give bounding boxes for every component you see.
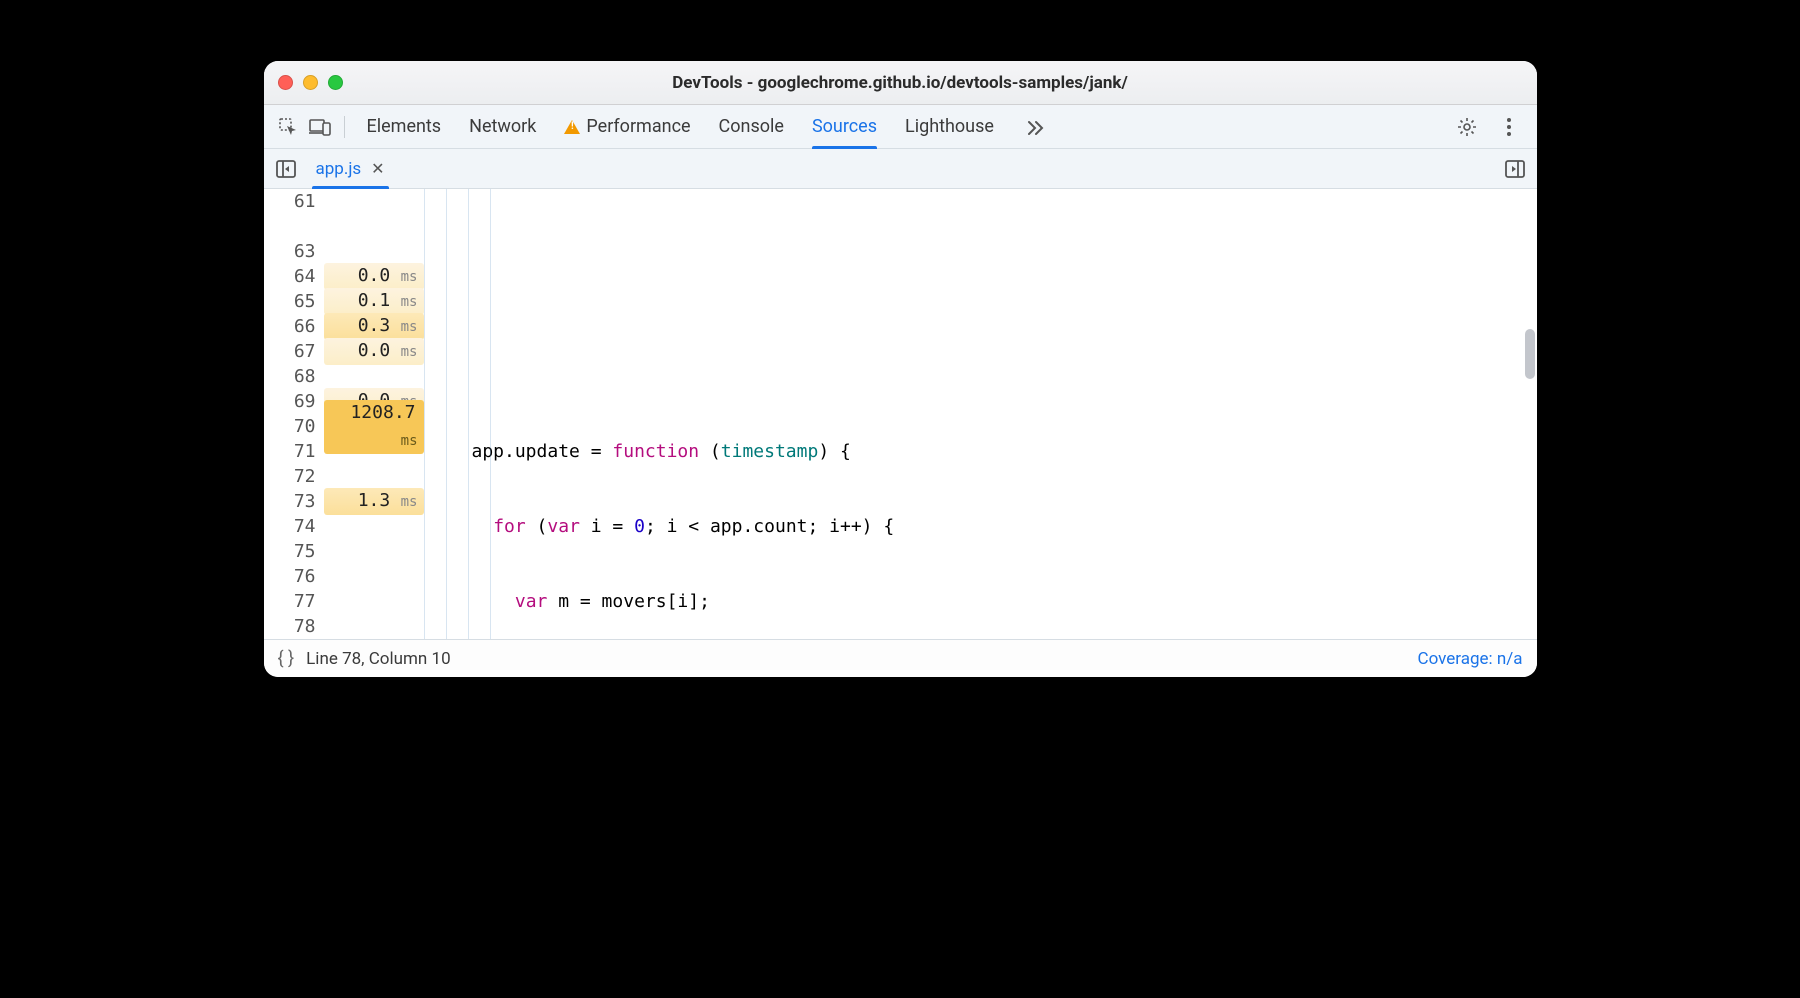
gutter-row[interactable]: 63 xyxy=(264,239,424,264)
window-controls xyxy=(278,75,343,90)
gutter-row[interactable]: 640.0 ms xyxy=(264,264,424,289)
line-number: 61 xyxy=(274,189,320,214)
navigator-toggle-icon[interactable] xyxy=(270,149,302,188)
code-line[interactable]: var m = movers[i]; xyxy=(472,589,1537,614)
gutter-row[interactable]: 701208.7 ms xyxy=(264,414,424,439)
line-number: 68 xyxy=(274,364,320,389)
devtools-window: DevTools - googlechrome.github.io/devtoo… xyxy=(264,61,1537,677)
gutter-row[interactable]: 77 xyxy=(264,589,424,614)
line-number: 67 xyxy=(274,339,320,364)
window-title: DevTools - googlechrome.github.io/devtoo… xyxy=(264,73,1537,93)
line-timing: 0.3 ms xyxy=(324,313,424,340)
tab-console[interactable]: Console xyxy=(719,105,784,148)
line-timing: 1.3 ms xyxy=(324,488,424,515)
inspect-element-icon[interactable] xyxy=(274,113,302,141)
titlebar: DevTools - googlechrome.github.io/devtoo… xyxy=(264,61,1537,105)
file-tab-label: app.js xyxy=(316,159,362,179)
gutter-row[interactable]: 78 xyxy=(264,614,424,639)
line-number: 72 xyxy=(274,464,320,489)
device-toolbar-icon[interactable] xyxy=(306,113,334,141)
tab-network[interactable]: Network xyxy=(469,105,536,148)
line-number: 65 xyxy=(274,289,320,314)
code-line[interactable] xyxy=(472,364,1537,389)
code-content[interactable]: app.update = function (timestamp) { for … xyxy=(424,189,1537,639)
gutter-row[interactable]: 731.3 ms xyxy=(264,489,424,514)
gutter-row[interactable]: 660.3 ms xyxy=(264,314,424,339)
debugger-sidebar-toggle-icon[interactable] xyxy=(1499,149,1531,188)
line-number: 70 xyxy=(274,414,320,439)
pretty-print-icon[interactable]: { } xyxy=(278,648,295,669)
gutter-row[interactable]: 74 xyxy=(264,514,424,539)
minimize-window-button[interactable] xyxy=(303,75,318,90)
line-number: 71 xyxy=(274,439,320,464)
file-tab-app-js[interactable]: app.js ✕ xyxy=(304,149,397,188)
tab-lighthouse[interactable]: Lighthouse xyxy=(905,105,994,148)
line-number: 69 xyxy=(274,389,320,414)
line-timing: 0.0 ms xyxy=(324,338,424,365)
line-number: 78 xyxy=(274,614,320,639)
line-timing: 0.1 ms xyxy=(324,288,424,315)
scrollbar-thumb[interactable] xyxy=(1525,329,1535,379)
warning-icon xyxy=(564,120,580,134)
toolbar-right xyxy=(1453,113,1527,141)
coverage-link[interactable]: Coverage: n/a xyxy=(1418,649,1523,669)
line-number: 63 xyxy=(274,239,320,264)
gutter-row[interactable]: 670.0 ms xyxy=(264,339,424,364)
line-number: 77 xyxy=(274,589,320,614)
tab-elements[interactable]: Elements xyxy=(367,105,442,148)
gutter-row[interactable]: 71 xyxy=(264,439,424,464)
spacer xyxy=(399,149,1497,188)
gutter-row[interactable]: 72 xyxy=(264,464,424,489)
tab-label: Elements xyxy=(367,116,442,137)
tab-performance[interactable]: Performance xyxy=(564,105,690,148)
line-number: 66 xyxy=(274,314,320,339)
tab-label: Sources xyxy=(812,116,877,137)
gutter-row[interactable]: 61 xyxy=(264,189,424,214)
gutter-row[interactable]: 62 xyxy=(264,214,424,239)
gutter-row[interactable]: 76 xyxy=(264,564,424,589)
code-line[interactable]: app.update = function (timestamp) { xyxy=(472,439,1537,464)
close-window-button[interactable] xyxy=(278,75,293,90)
tab-label: Lighthouse xyxy=(905,116,994,137)
more-tabs-icon[interactable] xyxy=(1022,113,1050,141)
gutter-row[interactable]: 75 xyxy=(264,539,424,564)
separator xyxy=(344,116,345,138)
panel-tabs: Elements Network Performance Console Sou… xyxy=(367,105,1449,148)
code-editor[interactable]: 616263640.0 ms650.1 ms660.3 ms670.0 ms68… xyxy=(264,189,1537,639)
line-number: 64 xyxy=(274,264,320,289)
settings-icon[interactable] xyxy=(1453,113,1481,141)
line-number: 73 xyxy=(274,489,320,514)
kebab-menu-icon[interactable] xyxy=(1495,113,1523,141)
tab-sources[interactable]: Sources xyxy=(812,105,877,148)
zoom-window-button[interactable] xyxy=(328,75,343,90)
gutter-row[interactable]: 68 xyxy=(264,364,424,389)
gutter-row[interactable]: 650.1 ms xyxy=(264,289,424,314)
code-line[interactable]: for (var i = 0; i < app.count; i++) { xyxy=(472,514,1537,539)
cursor-position: Line 78, Column 10 xyxy=(306,649,450,669)
gutter[interactable]: 616263640.0 ms650.1 ms660.3 ms670.0 ms68… xyxy=(264,189,424,639)
line-number: 74 xyxy=(274,514,320,539)
close-tab-icon[interactable]: ✕ xyxy=(371,159,384,178)
tab-label: Performance xyxy=(586,116,690,137)
line-timing: 0.0 ms xyxy=(324,263,424,290)
main-toolbar: Elements Network Performance Console Sou… xyxy=(264,105,1537,149)
file-tabs-bar: app.js ✕ xyxy=(264,149,1537,189)
line-number: 75 xyxy=(274,539,320,564)
line-number: 62 xyxy=(274,214,320,239)
line-number: 76 xyxy=(274,564,320,589)
tab-label: Console xyxy=(719,116,784,137)
status-bar: { } Line 78, Column 10 Coverage: n/a xyxy=(264,639,1537,677)
tab-label: Network xyxy=(469,116,536,137)
